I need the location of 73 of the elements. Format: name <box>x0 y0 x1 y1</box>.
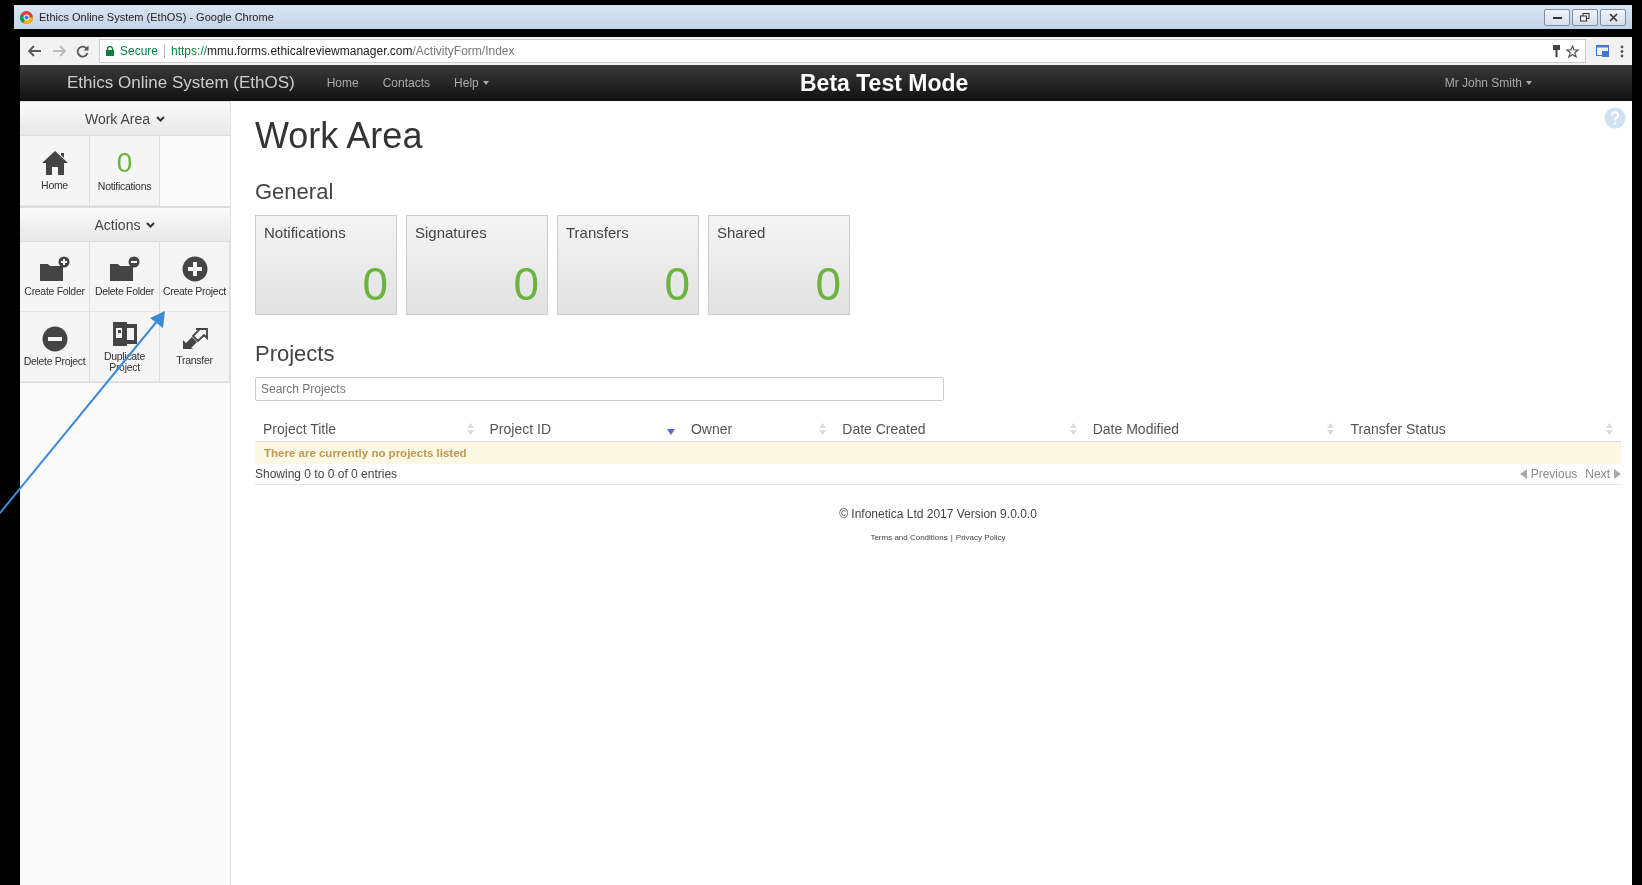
column-header[interactable]: Date Modified <box>1084 417 1343 442</box>
caret-icon <box>1526 81 1532 85</box>
summary-card[interactable]: Shared 0 <box>708 215 850 315</box>
lock-icon <box>106 46 114 56</box>
footer-link[interactable]: Privacy Policy <box>955 533 1006 542</box>
secure-label: Secure <box>120 44 166 58</box>
column-header[interactable]: Project ID <box>481 417 683 442</box>
card-label: Signatures <box>415 224 488 241</box>
star-icon[interactable] <box>1566 44 1579 58</box>
user-menu[interactable]: Mr John Smith <box>1444 76 1532 90</box>
card-count: 0 <box>513 262 539 306</box>
pager-link[interactable]: Next <box>1585 467 1621 481</box>
entries-info: Showing 0 to 0 of 0 entries <box>255 467 398 481</box>
search-field[interactable]: Search Projects <box>255 377 944 401</box>
sidebar-tile[interactable]: Home <box>20 136 90 206</box>
nav-link[interactable]: Contacts <box>370 76 443 90</box>
transfer-arrows-icon <box>180 327 209 352</box>
separator-text: | <box>950 533 953 542</box>
plus-circle-icon <box>181 256 208 283</box>
key-icon[interactable] <box>1553 45 1560 57</box>
sidebar-tile[interactable]: Delete Folder <box>90 242 160 312</box>
column-header[interactable]: Owner <box>682 417 835 442</box>
column-header[interactable]: Date Created <box>834 417 1085 442</box>
nav-link[interactable]: Help <box>442 76 501 90</box>
window-title: Ethics Online System (EthOS) - Google Chrome <box>39 11 275 23</box>
card-count: 0 <box>815 262 841 306</box>
empty-message: There are currently no projects listed <box>255 441 1621 464</box>
brand-title[interactable]: Ethics Online System (EthOS) <box>67 73 295 93</box>
restore-button[interactable] <box>1572 8 1598 26</box>
address-bar[interactable]: Secure https://mmu.forms.ethicalreviewmanager.com/ActivityForm/Index <box>99 39 1586 63</box>
column-header[interactable]: Transfer Status <box>1342 417 1621 442</box>
minimize-button[interactable] <box>1544 8 1570 26</box>
browser-logo-icon <box>20 10 33 24</box>
menu-icon[interactable] <box>1620 44 1624 58</box>
url-text: https://mmu.forms.ethicalreviewmanager.com/ActivityForm/Index <box>171 44 515 58</box>
pager-link[interactable]: Previous <box>1519 467 1578 481</box>
minus-circle-icon <box>41 326 68 353</box>
summary-card[interactable]: Notifications 0 <box>255 215 397 315</box>
card-count: 0 <box>664 262 690 306</box>
card-label: Shared <box>717 224 767 241</box>
card-count: 0 <box>362 262 388 306</box>
copyright-text: © Infonetica Ltd 2017 Version 9.0.0.0 <box>838 507 1038 521</box>
folder-plus-icon <box>38 256 71 283</box>
sidebar-tile[interactable]: Create Project <box>160 242 230 312</box>
sidebar-tile[interactable]: Transfer <box>160 312 230 382</box>
section-title: Projects <box>255 341 336 367</box>
chevron-down-icon <box>156 115 166 122</box>
document-icon <box>111 321 138 347</box>
back-icon[interactable] <box>28 45 42 57</box>
sidebar-tile[interactable]: Delete Project <box>20 312 90 382</box>
summary-card[interactable]: Signatures 0 <box>406 215 548 315</box>
mode-title: Beta Test Mode <box>800 69 969 97</box>
minimize-icon <box>1552 15 1562 19</box>
folder-minus-icon <box>108 256 141 283</box>
page-title: Work Area <box>255 115 423 157</box>
chevron-down-icon <box>146 221 156 228</box>
nav-link[interactable]: Home <box>314 76 371 90</box>
footer-link[interactable]: Terms and Conditions <box>870 533 948 542</box>
card-label: Transfers <box>566 224 630 241</box>
card-label: Notifications <box>264 224 347 241</box>
camera-window-icon[interactable] <box>1596 44 1610 58</box>
summary-card[interactable]: Transfers 0 <box>557 215 699 315</box>
section-header[interactable]: Actions <box>20 207 230 242</box>
section-header[interactable]: Work Area <box>20 101 230 136</box>
reload-icon[interactable] <box>76 44 89 58</box>
section-title: General <box>255 179 335 205</box>
sidebar-tile[interactable]: 0 Notifications <box>90 136 160 206</box>
close-button[interactable] <box>1600 8 1626 26</box>
sidebar-tile[interactable]: Create Folder <box>20 242 90 312</box>
home-icon <box>40 150 69 177</box>
close-icon <box>1608 12 1618 22</box>
column-header[interactable]: Project Title <box>255 417 482 442</box>
restore-icon <box>1580 12 1590 22</box>
